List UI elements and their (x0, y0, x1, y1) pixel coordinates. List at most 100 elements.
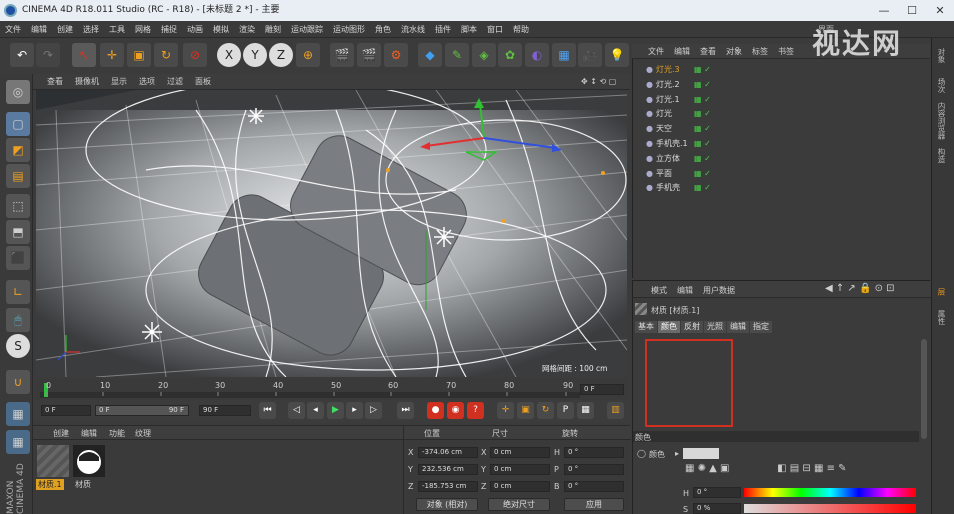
menu-script[interactable]: 脚本 (456, 21, 482, 38)
object-name[interactable]: 平面 (656, 167, 672, 181)
object-name[interactable]: 灯光.3 (656, 63, 680, 77)
autokey-icon[interactable]: ◉ (447, 402, 464, 419)
menu-help[interactable]: 帮助 (508, 21, 534, 38)
move-icon[interactable]: ✛ (100, 43, 124, 67)
tab-illumination[interactable]: 光照 (704, 321, 726, 333)
current-frame-field[interactable]: 0 F (580, 384, 624, 395)
texture-mode-icon[interactable]: ◩ (6, 138, 30, 162)
model-mode-icon[interactable]: ▢ (6, 112, 30, 136)
position-z-field[interactable]: -185.753 cm (418, 481, 478, 492)
points-mode-icon[interactable]: ⬚ (6, 194, 30, 218)
key-pla-icon[interactable]: ▦ (577, 402, 594, 419)
side-tab-structure[interactable]: 构造 (936, 148, 947, 163)
menu-create[interactable]: 创建 (52, 21, 78, 38)
attr-scrollbar[interactable] (921, 339, 927, 439)
attr-menu-userdata[interactable]: 用户数据 (703, 285, 735, 296)
object-row[interactable]: ● 平面 ▦ ✓ (632, 167, 930, 182)
tab-basic[interactable]: 基本 (635, 321, 657, 333)
visibility-check-icon[interactable]: ▦ ✓ (694, 167, 711, 181)
menu-snap[interactable]: 捕捉 (156, 21, 182, 38)
tab-reflectance[interactable]: 反射 (681, 321, 703, 333)
object-name[interactable]: 灯光 (656, 107, 672, 121)
render-picture-viewer-icon[interactable]: 🎬 (357, 43, 381, 67)
material-menu-edit[interactable]: 编辑 (81, 428, 97, 439)
menu-simulate[interactable]: 模拟 (208, 21, 234, 38)
axis-mode-icon[interactable]: ∟ (6, 280, 30, 304)
object-menu-tags[interactable]: 标签 (747, 44, 773, 59)
workplane-icon[interactable]: ▦ (6, 430, 30, 454)
menu-render[interactable]: 渲染 (234, 21, 260, 38)
hue-field[interactable]: 0 ° (693, 487, 741, 498)
scale-icon[interactable]: ▣ (127, 43, 151, 67)
color-expand-icon[interactable]: ▸ (675, 449, 679, 458)
saturation-slider[interactable] (744, 504, 916, 513)
floor-icon[interactable]: ▦ (552, 43, 576, 67)
rotation-b-field[interactable]: 0 ° (564, 481, 624, 492)
coordinate-system-icon[interactable]: ⊕ (296, 43, 320, 67)
position-x-field[interactable]: -374.06 cm (418, 447, 478, 458)
select-arrow-icon[interactable]: ↖ (72, 43, 96, 67)
material-swatch-1[interactable] (37, 445, 69, 477)
tab-assign[interactable]: 指定 (750, 321, 772, 333)
side-tab-layers[interactable]: 层 (936, 288, 947, 296)
menu-tools[interactable]: 工具 (104, 21, 130, 38)
maximize-button[interactable]: ☐ (898, 0, 926, 19)
menu-mograph[interactable]: 运动图形 (328, 21, 370, 38)
menu-pipeline[interactable]: 流水线 (396, 21, 430, 38)
deformer-icon[interactable]: ◐ (525, 43, 549, 67)
object-menu-edit[interactable]: 编辑 (669, 44, 695, 59)
record-icon[interactable]: ● (427, 402, 444, 419)
visibility-check-icon[interactable]: ▦ ✓ (694, 181, 711, 195)
object-row[interactable]: ● 灯光.3 ▦ ✓ (632, 63, 930, 78)
attr-menu-mode[interactable]: 模式 (651, 285, 667, 296)
goto-start-icon[interactable]: ⏮ (259, 402, 276, 419)
material-preview[interactable] (645, 339, 733, 427)
color-swatch[interactable] (683, 448, 719, 459)
side-tab-content-browser[interactable]: 内容浏览器 (936, 102, 947, 140)
apply-button[interactable]: 应用 (564, 498, 624, 511)
undo-icon[interactable]: ↶ (10, 43, 34, 67)
coord-mode-select[interactable]: 对象 (相对) (416, 498, 478, 511)
rotation-p-field[interactable]: 0 ° (564, 464, 624, 475)
size-mode-select[interactable]: 绝对尺寸 (488, 498, 550, 511)
object-row[interactable]: ● 灯光 ▦ ✓ (632, 107, 930, 122)
play-icon[interactable]: ▶ (327, 402, 344, 419)
z-axis-icon[interactable]: Z (269, 43, 293, 67)
3d-viewport[interactable]: 网格间距 : 100 cm (36, 90, 627, 377)
visibility-check-icon[interactable]: ▦ ✓ (694, 63, 711, 77)
visibility-check-icon[interactable]: ▦ ✓ (694, 93, 711, 107)
menu-animate[interactable]: 动画 (182, 21, 208, 38)
prev-key-icon[interactable]: ◁ (288, 402, 305, 419)
camera-icon[interactable]: 🎥 (578, 43, 602, 67)
key-position-icon[interactable]: ✛ (497, 402, 514, 419)
material-menu-texture[interactable]: 纹理 (135, 428, 151, 439)
cube-icon[interactable]: ◆ (418, 43, 442, 67)
visibility-check-icon[interactable]: ▦ ✓ (694, 78, 711, 92)
size-z-field[interactable]: 0 cm (490, 481, 550, 492)
range-slider[interactable]: 0 F 90 F (95, 405, 189, 416)
last-tool-icon[interactable]: ⊘ (183, 43, 207, 67)
key-scale-icon[interactable]: ▣ (517, 402, 534, 419)
material-menu-create[interactable]: 创建 (53, 428, 69, 439)
menu-edit[interactable]: 编辑 (26, 21, 52, 38)
visibility-check-icon[interactable]: ▦ ✓ (694, 137, 711, 151)
object-row[interactable]: ● 灯光.2 ▦ ✓ (632, 78, 930, 93)
grid-enable-icon[interactable]: ▦ (6, 402, 30, 426)
object-row[interactable]: ● 灯光.1 ▦ ✓ (632, 93, 930, 108)
menu-character[interactable]: 角色 (370, 21, 396, 38)
viewport-menu-options[interactable]: 选项 (133, 74, 161, 90)
attr-nav-icons[interactable]: ◀ ↑ ↗ 🔒 ⊙ ⊡ (825, 283, 895, 294)
subdivision-icon[interactable]: ◈ (472, 43, 496, 67)
position-y-field[interactable]: 232.536 cm (418, 464, 478, 475)
object-name[interactable]: 天空 (656, 122, 672, 136)
start-frame-field[interactable]: 0 F (41, 405, 91, 416)
redo-icon[interactable]: ↷ (36, 43, 60, 67)
side-tab-takes[interactable]: 场次 (936, 78, 947, 93)
size-y-field[interactable]: 0 cm (490, 464, 550, 475)
workplane-mode-icon[interactable]: ▤ (6, 164, 30, 188)
viewport-menu-filter[interactable]: 过滤 (161, 74, 189, 90)
object-menu-objects[interactable]: 对象 (721, 44, 747, 59)
color-mode-icons[interactable]: ▦ ✺ ▲ ▣ ◧ ▤ ⊟ ▦ ≡ ✎ (685, 463, 847, 474)
object-menu-view[interactable]: 查看 (695, 44, 721, 59)
material-menu-function[interactable]: 功能 (109, 428, 125, 439)
